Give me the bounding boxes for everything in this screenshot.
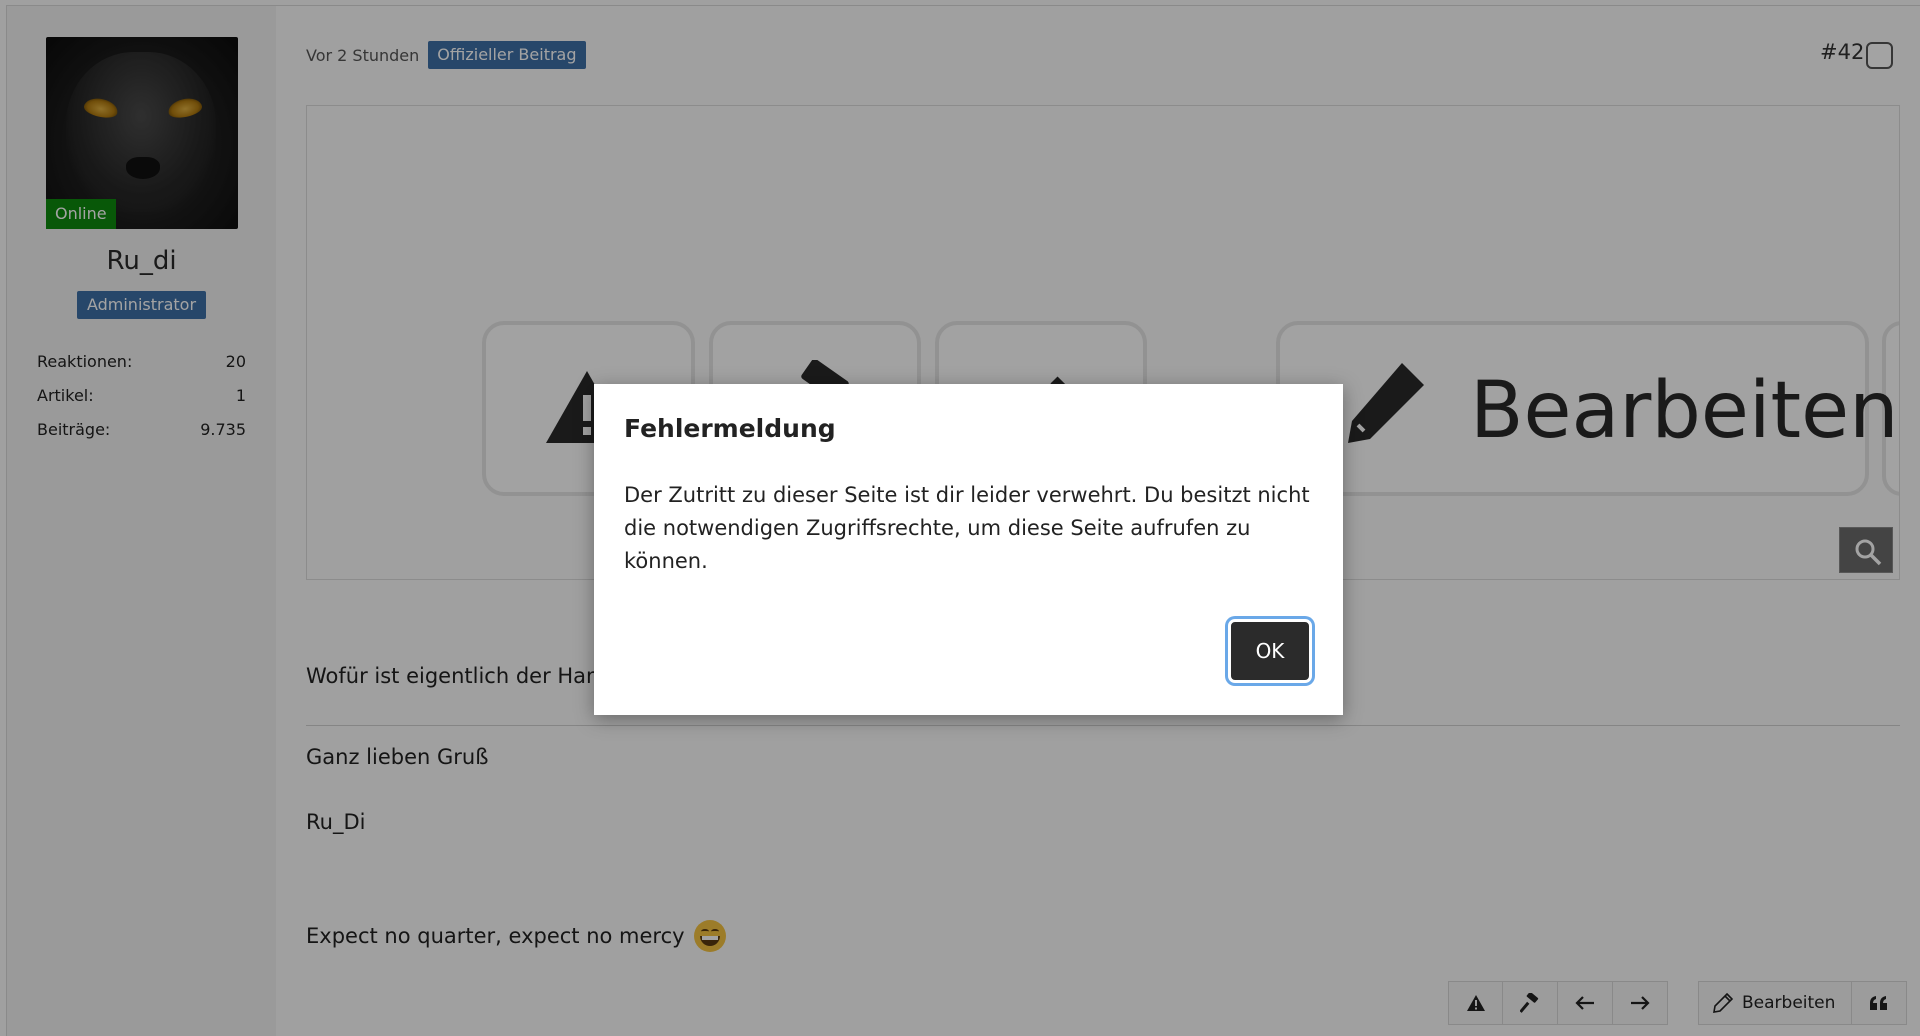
ok-button[interactable]: OK — [1228, 619, 1312, 683]
error-dialog: Fehlermeldung Der Zutritt zu dieser Seit… — [594, 384, 1343, 715]
dialog-title: Fehlermeldung — [624, 414, 836, 443]
dialog-message: Der Zutritt zu dieser Seite ist dir leid… — [624, 483, 1310, 573]
